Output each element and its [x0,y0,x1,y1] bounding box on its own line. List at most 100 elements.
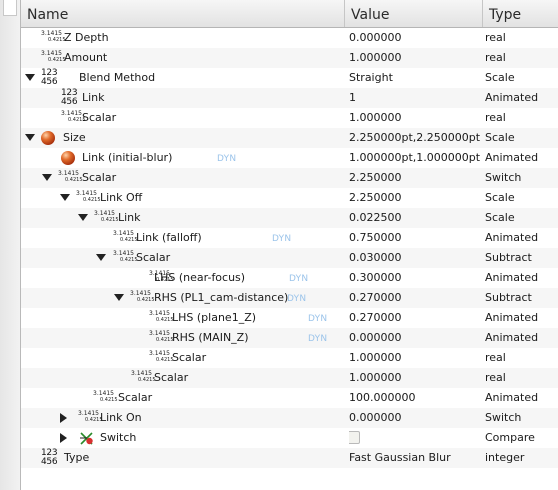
param-row[interactable]: 123 456 Blend Method Straight Scale [21,68,558,88]
param-value[interactable]: 0.022500 [349,208,483,228]
param-name: LHS (near-focus) [154,271,246,284]
param-name: Link On [100,411,142,424]
param-row[interactable]: 3.1415 0.4215 Scalar 1.000000 real [21,368,558,388]
expander-collapsed-icon[interactable] [60,413,67,423]
param-value[interactable]: 0.750000 [349,228,483,248]
real-type-icon: 3.1415 0.4215 [61,110,86,123]
param-row[interactable]: 3.1415 0.4215 Z Depth 0.000000 real [21,28,558,48]
param-value[interactable]: 0.300000 [349,268,483,288]
real-type-icon: 3.1415 0.4215 [131,370,156,383]
param-row[interactable]: 3.1415 0.4215 Link (falloff) DYN 0.750000 Ani… [21,228,558,248]
column-header-value[interactable]: Value [345,0,483,27]
param-value[interactable] [349,428,483,448]
dynamic-indicator-icon: DYN [287,294,307,304]
param-row[interactable]: 3.1415 0.4215 RHS (MAIN_Z) DYN 0.000000 Anima… [21,328,558,348]
param-row[interactable]: 3.1415 0.4215 Amount 1.000000 real [21,48,558,68]
column-header-type[interactable]: Type [483,0,558,27]
param-value[interactable]: 1.000000 [349,108,483,128]
param-row[interactable]: 3.1415 0.4215 Link On 0.000000 Switch [21,408,558,428]
param-value[interactable]: 2.250000 [349,188,483,208]
expander-expanded-icon[interactable] [25,74,35,81]
param-value[interactable]: 1 [349,88,483,108]
param-value[interactable]: Straight [349,68,483,88]
param-name-cell: 3.1415 0.4215 Scalar [21,248,345,268]
param-value[interactable]: 0.000000 [349,408,483,428]
param-type: Switch [485,411,522,424]
vector-ball-icon [41,131,55,145]
param-row[interactable]: 3.1415 0.4215 RHS (PL1_cam-distance) DYN 0.2… [21,288,558,308]
param-value[interactable]: 1.000000pt,1.000000pt [349,148,483,168]
expander-expanded-icon[interactable] [42,174,52,181]
param-name: Z Depth [64,31,109,44]
param-row[interactable]: Switch Compare [21,428,558,448]
param-name: Type [64,451,90,464]
param-value[interactable]: 1.000000 [349,368,483,388]
value-checkbox[interactable] [349,431,360,444]
param-value[interactable]: 0.000000 [349,28,483,48]
param-value[interactable]: 2.250000pt,2.250000pt [349,128,483,148]
real-type-icon: 3.1415 0.4215 [149,310,174,323]
integer-type-icon: 123 456 [41,68,58,87]
real-type-icon: 3.1415 0.4215 [78,410,103,423]
param-row[interactable]: 3.1415 0.4215 LHS (near-focus) DYN 0.300000 A… [21,268,558,288]
param-value[interactable]: 1.000000 [349,48,483,68]
real-type-icon: 3.1415 0.4215 [41,30,66,43]
column-header-name[interactable]: Name [21,0,345,27]
param-value[interactable]: 0.270000 [349,308,483,328]
expander-expanded-icon[interactable] [60,194,70,201]
param-value[interactable]: 0.000000 [349,328,483,348]
param-name-cell: 3.1415 0.4215 Scalar [21,168,345,188]
param-name: Scalar [82,111,117,124]
param-type: Compare [485,431,535,444]
param-name-cell: 3.1415 0.4215 RHS (MAIN_Z) DYN [21,328,345,348]
param-type: real [485,351,506,364]
params-panel: Name Value Type 3.1415 0.4215 Z Depth 0.000… [20,0,558,490]
dynamic-indicator-icon: DYN [308,314,328,324]
real-type-icon: 3.1415 0.4215 [149,350,174,363]
param-value[interactable]: Fast Gaussian Blur [349,448,483,468]
param-row[interactable]: 3.1415 0.4215 Link 0.022500 Scale [21,208,558,228]
param-name: Link [118,211,141,224]
param-row[interactable]: Link (initial-blur) DYN 1.000000pt,1.00000… [21,148,558,168]
param-name: Amount [64,51,108,64]
expander-expanded-icon[interactable] [25,134,35,141]
param-row[interactable]: 3.1415 0.4215 Scalar 1.000000 real [21,108,558,128]
dynamic-indicator-icon: DYN [289,274,309,284]
expander-expanded-icon[interactable] [78,214,88,221]
param-value[interactable]: 1.000000 [349,348,483,368]
param-value[interactable]: 2.250000 [349,168,483,188]
column-header: Name Value Type [21,0,558,28]
param-name-cell: 123 456 Link [21,88,345,108]
param-row[interactable]: 3.1415 0.4215 Link Off 2.250000 Scale [21,188,558,208]
param-type: Animated [485,311,539,324]
param-name-cell: 3.1415 0.4215 Scalar [21,348,345,368]
param-row[interactable]: 3.1415 0.4215 Scalar 0.030000 Subtract [21,248,558,268]
expander-expanded-icon[interactable] [114,294,124,301]
param-name: Link (falloff) [136,231,202,244]
expander-collapsed-icon[interactable] [60,433,67,443]
param-value[interactable]: 100.000000 [349,388,483,408]
param-row[interactable]: 3.1415 0.4215 LHS (plane1_Z) DYN 0.270000 Ani… [21,308,558,328]
param-name-cell: 3.1415 0.4215 Z Depth [21,28,345,48]
param-name: RHS (PL1_cam-distance) [154,291,289,304]
param-name: Scalar [118,391,153,404]
param-row[interactable]: Size 2.250000pt,2.250000pt Scale [21,128,558,148]
param-row[interactable]: 3.1415 0.4215 Scalar 100.000000 Animated [21,388,558,408]
param-value[interactable]: 0.030000 [349,248,483,268]
real-type-icon: 3.1415 0.4215 [41,50,66,63]
param-row[interactable]: 123 456 Type Fast Gaussian Blur integer [21,448,558,468]
param-row[interactable]: 123 456 Link 1 Animated [21,88,558,108]
param-row[interactable]: 3.1415 0.4215 Scalar 2.250000 Switch [21,168,558,188]
param-type: Animated [485,271,539,284]
param-name-cell: 3.1415 0.4215 RHS (PL1_cam-distance) DYN [21,288,345,308]
param-row[interactable]: 3.1415 0.4215 Scalar 1.000000 real [21,348,558,368]
param-name: Scalar [172,351,207,364]
expander-expanded-icon[interactable] [96,254,106,261]
integer-type-icon: 123 456 [41,448,58,467]
param-name: LHS (plane1_Z) [172,311,257,324]
param-type: integer [485,451,525,464]
param-value[interactable]: 0.270000 [349,288,483,308]
param-type: Animated [485,331,539,344]
real-type-icon: 3.1415 0.4215 [113,230,138,243]
real-type-icon: 3.1415 0.4215 [76,190,101,203]
